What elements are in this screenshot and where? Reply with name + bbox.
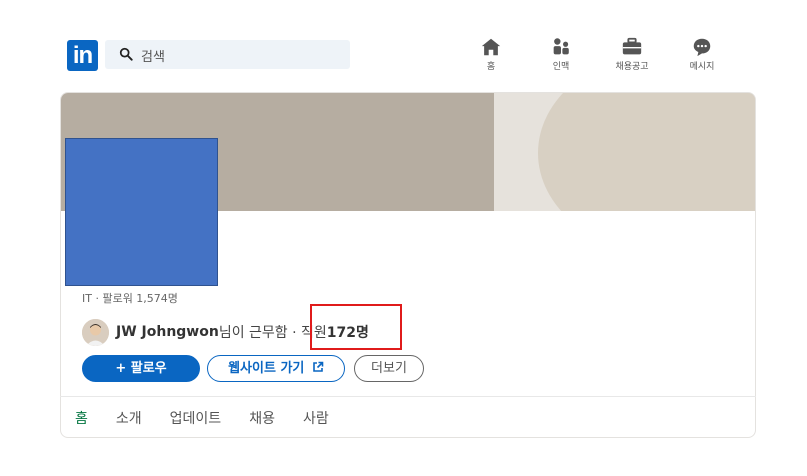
search-input[interactable]: 검색 [105, 40, 350, 69]
person-icon [82, 318, 109, 346]
highlight-box [310, 304, 402, 350]
company-meta: IT · 팔로워 1,574명 [82, 292, 178, 305]
tab-jobs[interactable]: 채용 [249, 408, 275, 428]
search-icon [119, 47, 133, 61]
nav-jobs[interactable]: 채용공고 [602, 36, 662, 72]
tab-people[interactable]: 사람 [303, 408, 329, 428]
nav-network[interactable]: 인맥 [531, 36, 591, 72]
divider [60, 396, 756, 397]
website-button-label: 웹사이트 가기 [228, 361, 305, 376]
external-link-icon [313, 361, 324, 372]
header-separator [0, 78, 807, 92]
employee-name[interactable]: JW Johngwon [116, 324, 219, 340]
linkedin-logo[interactable]: in [67, 40, 98, 71]
nav-jobs-label: 채용공고 [615, 62, 649, 72]
follow-button[interactable]: + 팔로우 [82, 355, 200, 382]
home-icon [481, 38, 501, 56]
message-icon [693, 38, 711, 57]
avatar[interactable] [82, 318, 109, 346]
nav-network-label: 인맥 [552, 62, 570, 72]
nav-home[interactable]: 홈 [461, 36, 521, 72]
tab-updates[interactable]: 업데이트 [170, 408, 222, 428]
briefcase-icon [622, 37, 642, 55]
search-placeholder: 검색 [141, 50, 165, 65]
tab-home[interactable]: 홈 [75, 408, 88, 428]
nav-home-label: 홈 [486, 62, 496, 72]
tab-about[interactable]: 소개 [116, 408, 142, 428]
company-tabs: 홈 소개 업데이트 채용 사람 [75, 408, 357, 428]
more-button[interactable]: 더보기 [354, 355, 424, 382]
company-logo[interactable] [65, 138, 218, 286]
nav-messaging-label: 메시지 [689, 62, 715, 72]
cover-shape [538, 93, 755, 211]
nav-messaging[interactable]: 메시지 [672, 36, 732, 72]
website-button[interactable]: 웹사이트 가기 [207, 355, 345, 382]
people-icon [553, 38, 569, 55]
